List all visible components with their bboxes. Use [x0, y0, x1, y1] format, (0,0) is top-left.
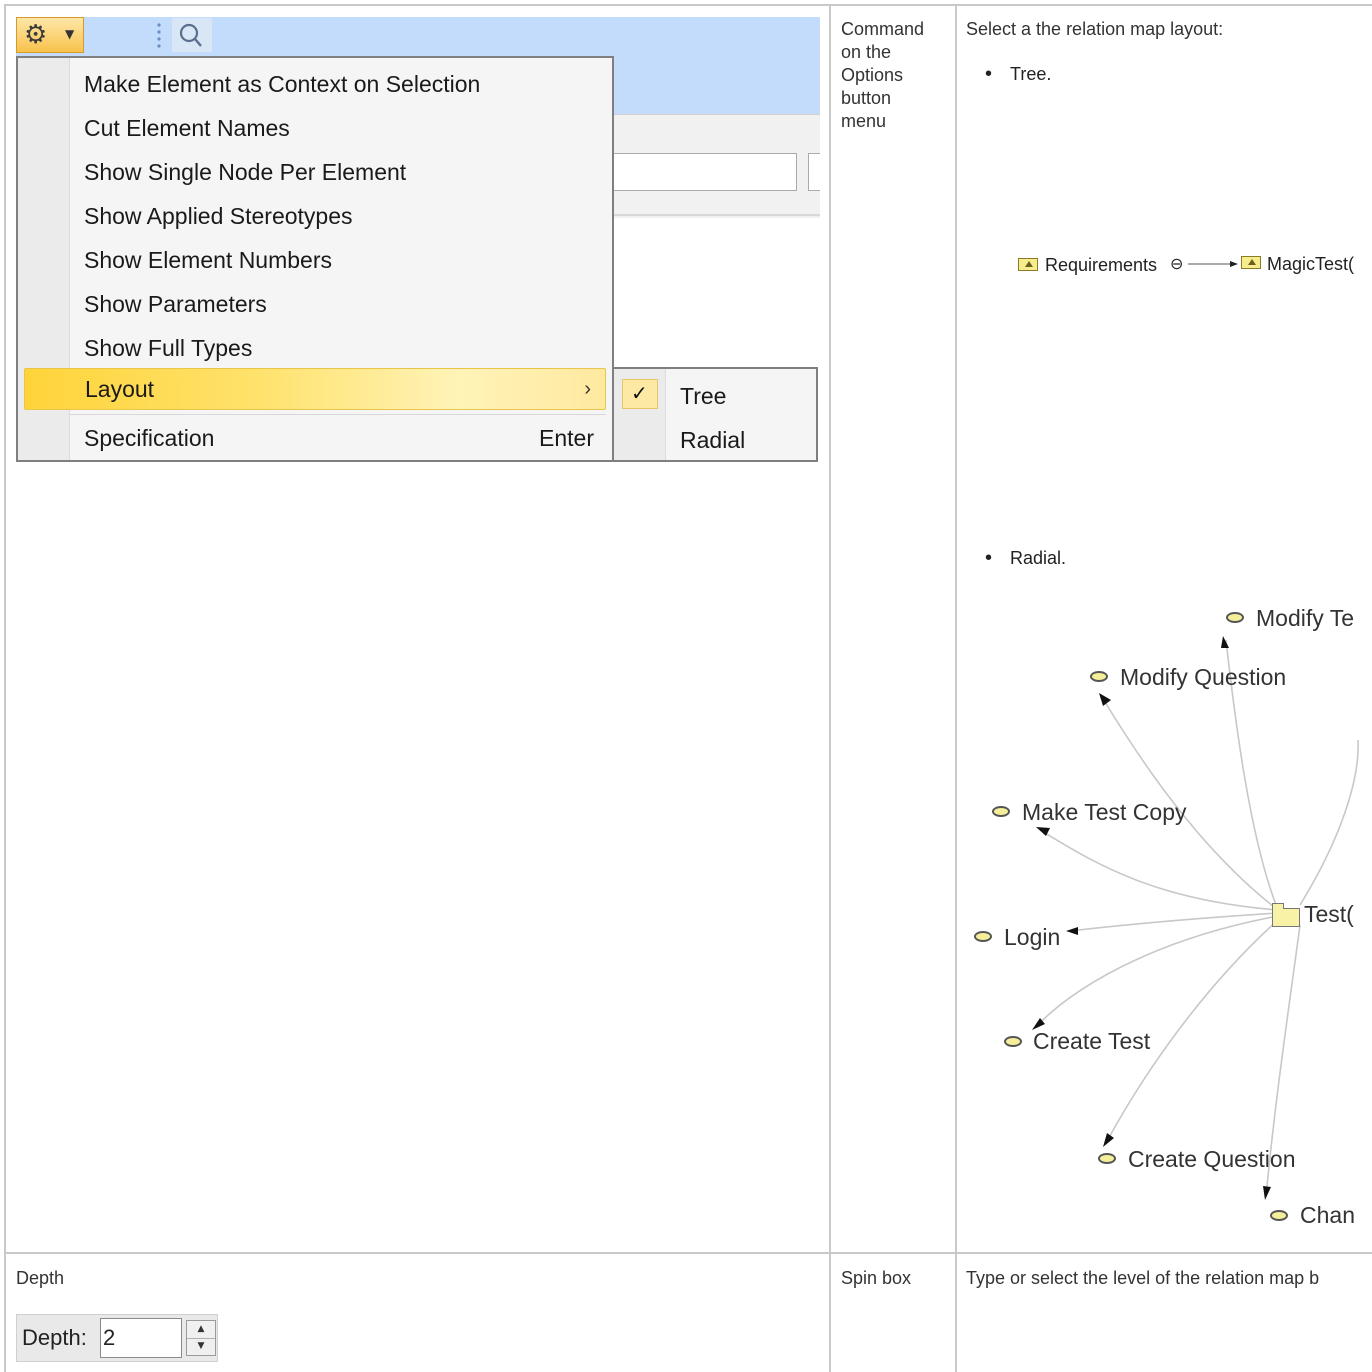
depth-input[interactable]: 2	[100, 1318, 182, 1358]
radial-edges	[1032, 636, 1359, 1200]
depth-title: Depth	[16, 1268, 65, 1288]
use-case-icon	[1004, 1036, 1022, 1047]
use-case-icon	[1098, 1153, 1116, 1164]
row-divider	[4, 1252, 1372, 1254]
radial-node-create-question: Create Question	[1128, 1146, 1296, 1172]
use-case-icon	[974, 931, 992, 942]
use-case-icon	[1270, 1210, 1288, 1221]
spin-box-label: Spin box	[841, 1268, 912, 1288]
radial-node-create-test: Create Test	[1033, 1028, 1151, 1054]
folder-icon	[1272, 903, 1300, 927]
depth-label: Depth:	[22, 1325, 87, 1350]
depth-description: Type or select the level of the relation…	[966, 1268, 1320, 1288]
radial-node-modify-question: Modify Question	[1120, 664, 1287, 690]
spin-down-icon[interactable]: ▼	[187, 1338, 215, 1355]
use-case-icon	[992, 806, 1010, 817]
radial-node-chan: Chan	[1300, 1202, 1355, 1228]
use-case-icon	[1090, 671, 1108, 682]
radial-node-make-test-copy: Make Test Copy	[1022, 799, 1187, 825]
radial-node-login: Login	[1004, 924, 1061, 950]
radial-node-modify-te: Modify Te	[1256, 605, 1355, 631]
radial-center-node: Test(	[1304, 901, 1354, 927]
spin-up-icon[interactable]: ▲	[187, 1321, 215, 1339]
depth-spinner[interactable]: ▲ ▼	[186, 1320, 216, 1356]
use-case-icon	[1226, 612, 1244, 623]
